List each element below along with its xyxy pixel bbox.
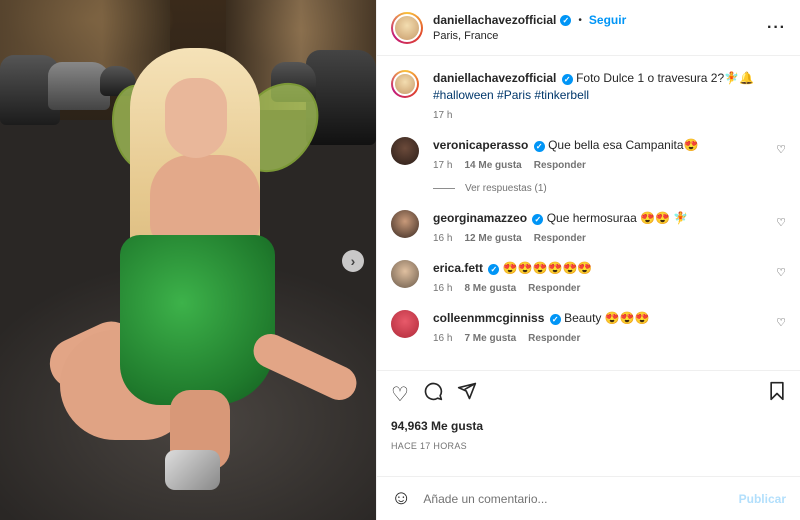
next-image-button[interactable]: › [342, 250, 364, 272]
reply-button[interactable]: Responder [528, 333, 580, 344]
green-dress [120, 235, 275, 405]
replies-line [433, 188, 455, 189]
comment-time: 17 h [433, 160, 453, 171]
comment: colleenmmcginniss ✓ Beauty 😍😍😍 16 h 7 Me… [391, 310, 786, 344]
comment-username[interactable]: georginamazzeo [433, 211, 527, 225]
view-replies[interactable]: Ver respuestas (1) [433, 183, 786, 194]
heart-icon[interactable]: ♡ [770, 266, 786, 279]
comments-list[interactable]: daniellachavezofficial ✓ Foto Dulce 1 o … [377, 56, 800, 370]
likes-count[interactable]: 94,963 Me gusta [391, 419, 786, 433]
car [306, 50, 376, 145]
post-image[interactable]: › [0, 0, 376, 520]
caption-username[interactable]: daniellachavezofficial [433, 71, 556, 85]
post-header: daniellachavezofficial ✓ • Seguir Paris,… [377, 0, 800, 56]
comment-text: Beauty 😍😍😍 [564, 311, 650, 325]
caption-time: 17 h [433, 110, 453, 121]
comment-likes[interactable]: 12 Me gusta [464, 233, 521, 244]
comment-input[interactable] [423, 491, 739, 506]
publish-button[interactable]: Publicar [739, 492, 786, 506]
heart-icon[interactable]: ♡ [770, 316, 786, 329]
verified-badge-icon: ✓ [560, 14, 572, 26]
verified-badge-icon: ✓ [488, 264, 500, 275]
caption: daniellachavezofficial ✓ Foto Dulce 1 o … [391, 70, 786, 121]
face [165, 78, 227, 158]
caption-hashtags[interactable]: #halloween #Paris #tinkerbell [433, 88, 589, 102]
comment-username[interactable]: erica.fett [433, 261, 483, 275]
heart-icon[interactable]: ♡ [391, 382, 409, 407]
view-replies-label[interactable]: Ver respuestas (1) [465, 183, 547, 194]
comment-text: Que hermosuraa 😍😍 🧚 [546, 211, 689, 225]
comment-username[interactable]: veronicaperasso [433, 138, 528, 152]
comment-username[interactable]: colleenmmcginniss [433, 311, 544, 325]
emoji-icon[interactable]: ☺ [391, 487, 411, 510]
verified-badge-icon: ✓ [549, 314, 561, 325]
verified-badge-icon: ✓ [532, 214, 544, 225]
separator-dot: • [578, 14, 582, 26]
comment: erica.fett ✓ 😍😍😍😍😍😍 16 h 8 Me gusta Resp… [391, 260, 786, 294]
commenter-avatar[interactable] [391, 260, 419, 288]
comment-text: 😍😍😍😍😍😍 [502, 261, 593, 275]
comment-time: 16 h [433, 283, 453, 294]
heart-icon[interactable]: ♡ [770, 143, 786, 156]
comment-text: Que bella esa Campanita😍 [548, 138, 699, 152]
torso [150, 155, 260, 245]
chevron-right-icon: › [350, 253, 356, 269]
bookmark-icon[interactable] [768, 381, 786, 407]
shoe [165, 450, 220, 490]
comment-likes[interactable]: 8 Me gusta [464, 283, 516, 294]
verified-badge-icon: ✓ [561, 74, 573, 85]
author-avatar[interactable] [391, 11, 423, 44]
comment-likes[interactable]: 7 Me gusta [464, 333, 516, 344]
post-modal: › daniellachavezofficial ✓ • Seguir Pari… [0, 0, 800, 520]
more-icon[interactable]: ··· [767, 19, 786, 37]
add-comment-bar: ☺ Publicar [377, 476, 800, 520]
comment-time: 16 h [433, 333, 453, 344]
comment-likes[interactable]: 14 Me gusta [464, 160, 521, 171]
author-avatar[interactable] [391, 70, 419, 98]
commenter-avatar[interactable] [391, 137, 419, 165]
post-sidebar: daniellachavezofficial ✓ • Seguir Paris,… [376, 0, 800, 520]
post-actions: ♡ 94,963 Me gusta HACE 17 HORAS [377, 370, 800, 476]
caption-text: Foto Dulce 1 o travesura 2?🧚🔔 [576, 71, 755, 85]
verified-badge-icon: ✓ [533, 141, 545, 152]
post-timestamp: HACE 17 HORAS [391, 441, 467, 451]
commenter-avatar[interactable] [391, 310, 419, 338]
commenter-avatar[interactable] [391, 210, 419, 238]
heart-icon[interactable]: ♡ [770, 216, 786, 229]
reply-button[interactable]: Responder [534, 233, 586, 244]
reply-button[interactable]: Responder [528, 283, 580, 294]
comment-icon[interactable] [423, 381, 443, 407]
share-icon[interactable] [457, 381, 477, 407]
post-location[interactable]: Paris, France [433, 30, 767, 42]
comment-time: 16 h [433, 233, 453, 244]
comment: veronicaperasso ✓ Que bella esa Campanit… [391, 137, 786, 171]
comment: georginamazzeo ✓ Que hermosuraa 😍😍 🧚 16 … [391, 210, 786, 244]
follow-button[interactable]: Seguir [589, 13, 626, 27]
reply-button[interactable]: Responder [534, 160, 586, 171]
author-username[interactable]: daniellachavezofficial [433, 13, 556, 27]
